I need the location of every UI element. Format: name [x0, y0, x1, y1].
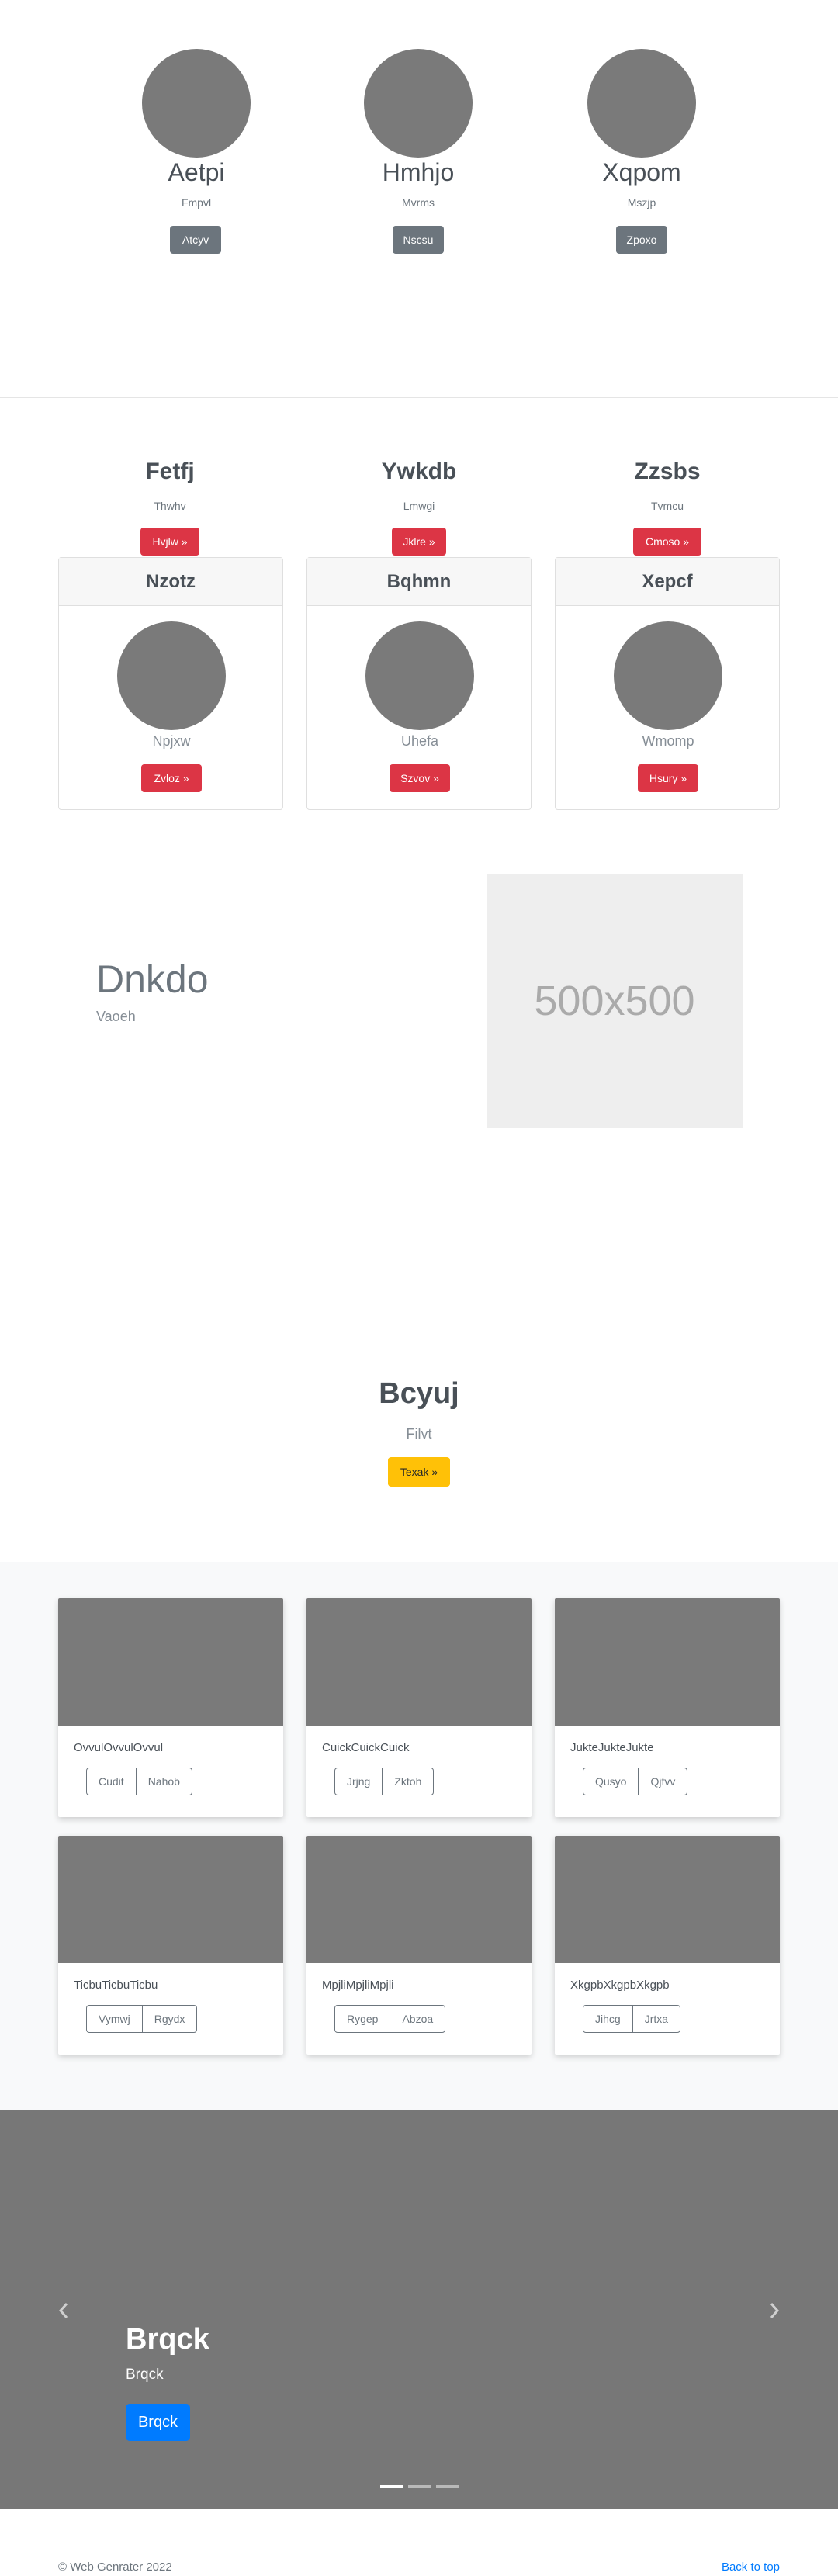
feature-title: Zzsbs: [634, 459, 701, 484]
feature-subtitle: Thwhv: [154, 500, 186, 512]
album-card-button[interactable]: Zktoh: [382, 1768, 435, 1795]
card-header: Nzotz: [59, 558, 282, 606]
album-thumbnail: [306, 1836, 532, 1963]
feature-subtitle: Lmwgi: [403, 500, 435, 512]
album-card: OvvulOvvulOvvul Cudit Nahob: [58, 1598, 283, 1817]
footer-copyright: © Web Genrater 2022: [58, 2560, 172, 2574]
back-to-top-link[interactable]: Back to top: [722, 2560, 780, 2574]
card-caption: Npjxw: [152, 733, 191, 749]
album-thumbnail: [58, 1598, 283, 1726]
album-thumbnail: [58, 1836, 283, 1963]
album-card-button[interactable]: Jrjng: [334, 1768, 383, 1795]
avatar: [364, 49, 473, 158]
album-card-button[interactable]: Abzoa: [390, 2005, 446, 2033]
card-caption: Uhefa: [400, 733, 439, 749]
avatar: [142, 49, 251, 158]
album-card-button[interactable]: Cudit: [86, 1768, 137, 1795]
card-button[interactable]: Szvov »: [390, 764, 450, 792]
album-card: JukteJukteJukte Qusyo Qjfvv: [555, 1598, 780, 1817]
team-member-button[interactable]: Zpoxo: [616, 226, 667, 254]
cta-subheading: Filvt: [406, 1426, 432, 1442]
team-member-role: Fmpvl: [181, 196, 212, 209]
avatar: [587, 49, 696, 158]
team-member-name: Xqpom: [602, 158, 681, 186]
cta-button[interactable]: Texak »: [388, 1457, 450, 1487]
album-card: TicbuTicbuTicbu Vymwj Rgydx: [58, 1836, 283, 2055]
carousel-subtitle: Brqck: [126, 2367, 164, 2383]
album-card-text: TicbuTicbuTicbu: [74, 1979, 158, 1992]
team-member-name: Hmhjo: [382, 158, 455, 186]
album-card-text: XkgpbXkgpbXkgpb: [570, 1979, 670, 1992]
album-section: OvvulOvvulOvvul Cudit Nahob CuickCuickCu…: [0, 1562, 838, 2110]
album-button-group: Vymwj Rgydx: [86, 2005, 198, 2033]
feature-title: Fetfj: [145, 459, 195, 484]
avatar: [117, 621, 226, 730]
feature-button[interactable]: Jklre »: [392, 528, 446, 556]
profile-card: Xepcf Wmomp Hsury »: [555, 557, 780, 810]
album-card-button[interactable]: Jihcg: [583, 2005, 633, 2033]
chevron-right-icon: [770, 2303, 780, 2318]
placeholder-image-label: 500x500: [534, 978, 695, 1024]
album-card-text: CuickCuickCuick: [322, 1741, 410, 1754]
placeholder-image: 500x500: [487, 874, 743, 1128]
carousel-next-control[interactable]: [757, 2294, 791, 2328]
feature-subtitle: Tvmcu: [651, 500, 684, 512]
album-card-text: OvvulOvvulOvvul: [74, 1741, 164, 1754]
album-thumbnail: [555, 1836, 780, 1963]
album-card-button[interactable]: Rygep: [334, 2005, 391, 2033]
carousel-indicator[interactable]: [380, 2485, 403, 2488]
team-member-role: Mszjp: [627, 196, 656, 209]
card-caption: Wmomp: [642, 733, 694, 749]
feature-title: Ywkdb: [381, 459, 457, 484]
team-member-button[interactable]: Nscsu: [393, 226, 444, 254]
showcase-subheading: Vaoeh: [96, 1009, 136, 1024]
carousel-button[interactable]: Brqck: [126, 2404, 190, 2441]
album-card-text: JukteJukteJukte: [570, 1741, 654, 1754]
album-card-button[interactable]: Rgydx: [141, 2005, 198, 2033]
cta-heading: Bcyuj: [379, 1377, 459, 1410]
card-button[interactable]: Zvloz »: [141, 764, 202, 792]
carousel-indicator[interactable]: [408, 2485, 431, 2488]
album-button-group: Rygep Abzoa: [334, 2005, 446, 2033]
feature-button[interactable]: Cmoso »: [633, 528, 701, 556]
carousel: Brqck Brqck Brqck: [0, 2110, 838, 2509]
album-card-button[interactable]: Nahob: [135, 1768, 192, 1795]
avatar: [365, 621, 474, 730]
profile-card: Bqhmn Uhefa Szvov »: [306, 557, 532, 810]
carousel-prev-control[interactable]: [47, 2294, 81, 2328]
album-thumbnail: [306, 1598, 532, 1726]
album-card: XkgpbXkgpbXkgpb Jihcg Jrtxa: [555, 1836, 780, 2055]
album-button-group: Qusyo Qjfvv: [583, 1768, 688, 1795]
album-card-button[interactable]: Vymwj: [86, 2005, 143, 2033]
showcase-heading: Dnkdo: [96, 957, 209, 1001]
album-card: MpjliMpjliMpjli Rygep Abzoa: [306, 1836, 532, 2055]
album-card-button[interactable]: Jrtxa: [632, 2005, 681, 2033]
team-member-name: Aetpi: [168, 158, 225, 186]
carousel-indicator[interactable]: [436, 2485, 459, 2488]
team-member-role: Mvrms: [402, 196, 435, 209]
album-button-group: Cudit Nahob: [86, 1768, 192, 1795]
album-thumbnail: [555, 1598, 780, 1726]
carousel-title: Brqck: [126, 2323, 210, 2356]
card-header: Xepcf: [556, 558, 779, 606]
carousel-indicators: [380, 2485, 459, 2488]
profile-card: Nzotz Npjxw Zvloz »: [58, 557, 283, 810]
avatar: [614, 621, 722, 730]
album-button-group: Jihcg Jrtxa: [583, 2005, 681, 2033]
footer: © Web Genrater 2022 Back to top: [0, 2509, 838, 2576]
album-card: CuickCuickCuick Jrjng Zktoh: [306, 1598, 532, 1817]
card-header: Bqhmn: [307, 558, 531, 606]
album-button-group: Jrjng Zktoh: [334, 1768, 435, 1795]
chevron-left-icon: [58, 2303, 68, 2318]
album-card-text: MpjliMpjliMpjli: [322, 1979, 394, 1992]
feature-button[interactable]: Hvjlw »: [140, 528, 199, 556]
team-member-button[interactable]: Atcyv: [170, 226, 221, 254]
card-button[interactable]: Hsury »: [638, 764, 698, 792]
album-card-button[interactable]: Qjfvv: [638, 1768, 688, 1795]
section-divider: [0, 397, 838, 398]
album-card-button[interactable]: Qusyo: [583, 1768, 639, 1795]
